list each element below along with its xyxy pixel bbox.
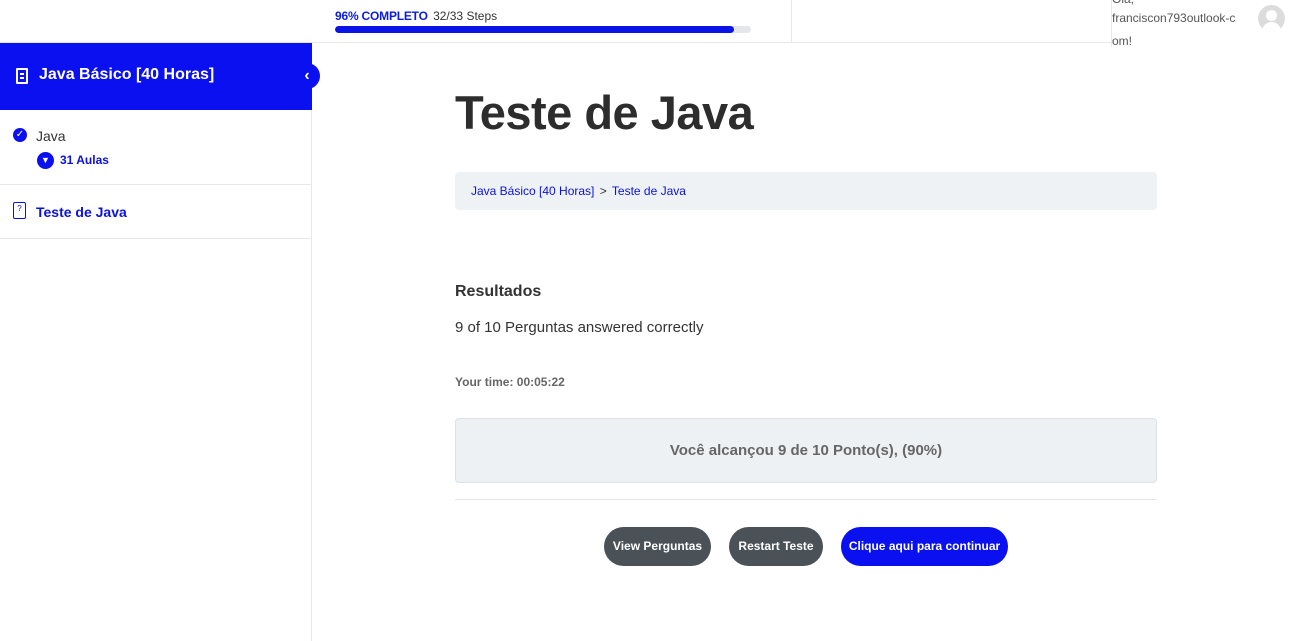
- results-summary: 9 of 10 Perguntas answered correctly: [455, 319, 704, 336]
- course-progress: 96% COMPLETO 32/33 Steps: [335, 9, 751, 33]
- chevron-left-icon[interactable]: ‹: [294, 63, 320, 89]
- avatar[interactable]: [1258, 5, 1285, 32]
- continue-button[interactable]: Clique aqui para continuar: [841, 527, 1008, 566]
- course-sidebar: Java Básico [40 Horas] ‹ ✓ Java ▼ 31 Aul…: [0, 43, 320, 641]
- page-title: Teste de Java: [455, 86, 754, 139]
- chevron-down-icon[interactable]: ▼: [37, 152, 54, 169]
- restart-quiz-button[interactable]: Restart Teste: [729, 527, 823, 566]
- document-icon: [16, 68, 28, 84]
- lesson-count[interactable]: 31 Aulas: [60, 152, 109, 169]
- lesson-item-java[interactable]: ✓ Java ▼ 31 Aulas: [0, 110, 312, 185]
- quiz-icon: ?: [13, 202, 26, 219]
- avatar-body-shape: [1262, 22, 1281, 32]
- avatar-head-shape: [1266, 10, 1277, 21]
- score-panel: Você alcançou 9 de 10 Ponto(s), (90%): [455, 418, 1157, 483]
- course-header[interactable]: Java Básico [40 Horas] ‹: [0, 43, 320, 110]
- progress-text: 96% COMPLETO 32/33 Steps: [335, 9, 751, 23]
- quiz-label[interactable]: Teste de Java: [36, 204, 127, 220]
- progress-bar: [335, 26, 751, 33]
- view-questions-button[interactable]: View Perguntas: [604, 527, 711, 566]
- user-menu[interactable]: Olá, franciscon793outlook-com!: [1111, 0, 1298, 48]
- user-name: franciscon793outlook-com!: [1112, 11, 1236, 48]
- breadcrumb: Java Básico [40 Horas] > Teste de Java: [455, 172, 1157, 210]
- breadcrumb-separator: >: [599, 184, 607, 198]
- sidebar-item-quiz[interactable]: ? Teste de Java: [0, 185, 312, 239]
- progress-bar-fill: [335, 26, 735, 33]
- divider: [455, 499, 1157, 500]
- progress-percent: 96% COMPLETO: [335, 9, 428, 23]
- check-icon: ✓: [13, 128, 27, 142]
- quiz-time: Your time: 00:05:22: [455, 375, 565, 389]
- lesson-title[interactable]: Java: [36, 128, 66, 144]
- header-divider: [791, 0, 792, 43]
- breadcrumb-course-link[interactable]: Java Básico [40 Horas]: [471, 184, 594, 198]
- top-header: 96% COMPLETO 32/33 Steps Olá, franciscon…: [0, 0, 1298, 48]
- results-heading: Resultados: [455, 283, 542, 300]
- progress-steps: 32/33 Steps: [433, 9, 498, 23]
- course-title[interactable]: Java Básico [40 Horas]: [39, 65, 214, 85]
- breadcrumb-current-link[interactable]: Teste de Java: [612, 184, 686, 198]
